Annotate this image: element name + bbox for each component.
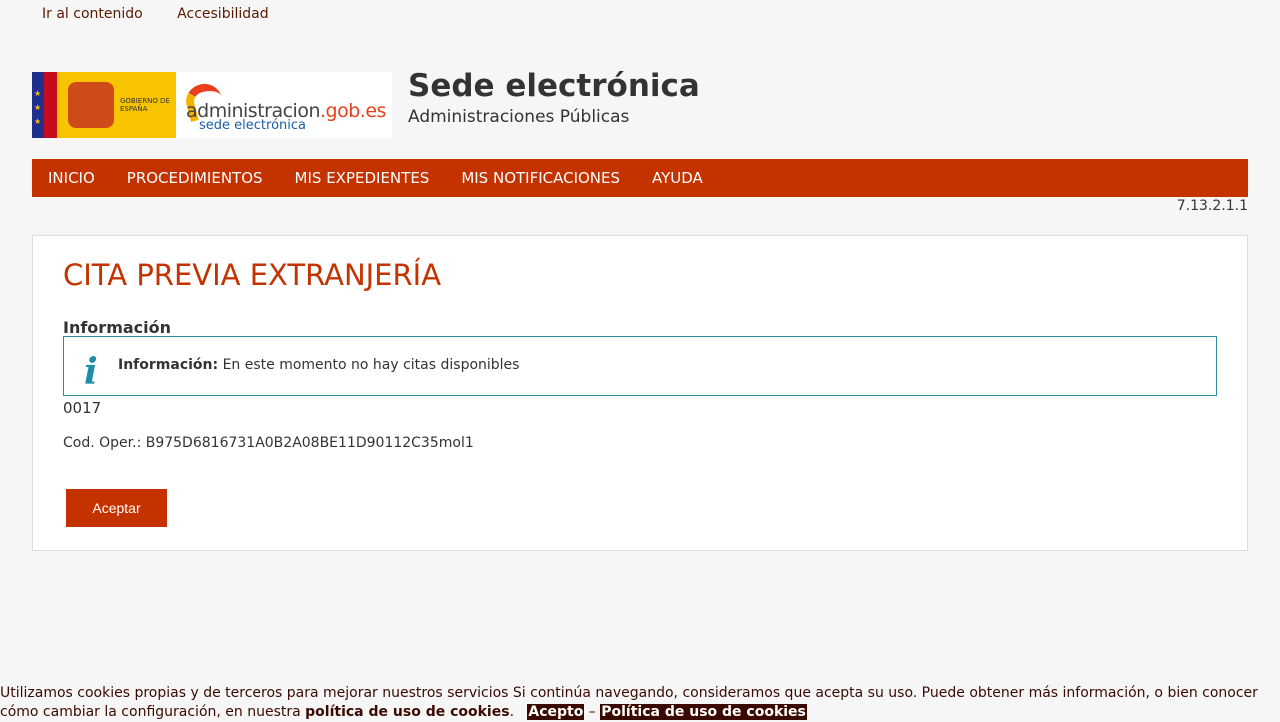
site-title: Sede electrónica — [408, 68, 700, 104]
info-section-title: Información — [63, 318, 172, 337]
cookie-banner: Utilizamos cookies propias y de terceros… — [0, 684, 1280, 722]
main-nav: INICIO PROCEDIMIENTOS MIS EXPEDIENTES MI… — [32, 159, 1248, 197]
gobierno-label: GOBIERNO DE ESPAÑA — [120, 97, 170, 113]
info-message-text: En este momento no hay citas disponibles — [222, 357, 520, 373]
cookie-policy-button[interactable]: Política de uso de cookies — [600, 704, 807, 720]
main-panel: CITA PREVIA EXTRANJERÍA Información i In… — [32, 235, 1248, 551]
nav-ayuda[interactable]: AYUDA — [636, 169, 719, 187]
cookie-policy-link[interactable]: política de uso de cookies — [305, 704, 509, 720]
cookie-text-end: . — [509, 704, 515, 720]
accept-button[interactable]: Aceptar — [66, 489, 167, 527]
skip-links: Ir al contenido Accesibilidad — [42, 6, 299, 22]
admin-logo-domain: .gob.es — [320, 100, 386, 122]
site-logo[interactable]: ★ ★ ★ GOBIERNO DE ESPAÑA administracion.go… — [32, 72, 392, 138]
info-icon: i — [84, 351, 98, 393]
info-message: Información: En este momento no hay cita… — [118, 357, 519, 373]
error-code: 0017 — [63, 399, 102, 417]
operation-code: Cod. Oper.: B975D6816731A0B2A08BE11D9011… — [63, 435, 474, 451]
page-title: CITA PREVIA EXTRANJERÍA — [63, 258, 442, 292]
gobierno-espana-logo: ★ ★ ★ GOBIERNO DE ESPAÑA — [32, 72, 176, 138]
nav-inicio[interactable]: INICIO — [32, 169, 111, 187]
admin-logo-sub: sede electrónica — [199, 118, 306, 133]
eu-flag: ★ ★ ★ — [32, 72, 44, 138]
info-message-box: i Información: En este momento no hay ci… — [63, 336, 1217, 396]
nav-procedimientos[interactable]: PROCEDIMIENTOS — [111, 169, 279, 187]
skip-to-content-link[interactable]: Ir al contenido — [42, 6, 143, 22]
cookie-separator: – — [584, 704, 601, 720]
cookie-accept-button[interactable]: Acepto — [527, 704, 585, 720]
nav-mis-expedientes[interactable]: MIS EXPEDIENTES — [279, 169, 446, 187]
coat-of-arms-icon — [68, 82, 114, 128]
nav-mis-notificaciones[interactable]: MIS NOTIFICACIONES — [445, 169, 636, 187]
version-label: 7.13.2.1.1 — [1176, 198, 1248, 214]
info-label: Información: — [118, 357, 219, 373]
administracion-logo: administracion.gob.es sede electrónica — [176, 72, 392, 138]
site-subtitle: Administraciones Públicas — [408, 107, 630, 127]
accessibility-link[interactable]: Accesibilidad — [177, 6, 268, 22]
